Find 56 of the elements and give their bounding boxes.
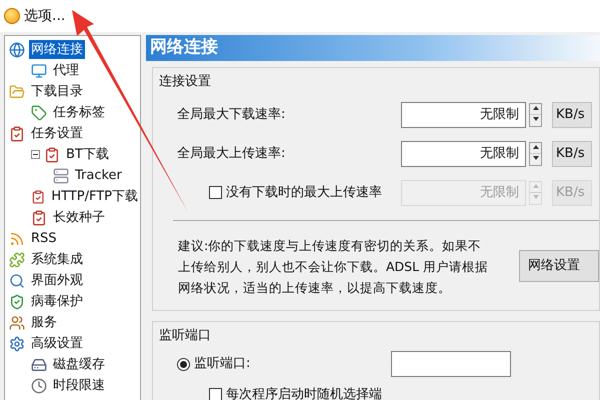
- tree-node-icon: [53, 168, 69, 184]
- tree-item[interactable]: 病毒保护: [29, 292, 85, 312]
- tree-node-icon: [31, 210, 47, 226]
- spinner[interactable]: [529, 102, 542, 126]
- app-logo-icon: [4, 8, 20, 24]
- tree-node-icon: [9, 252, 25, 268]
- tree-item[interactable]: 长效种子: [51, 208, 107, 228]
- tree-node-icon: [9, 126, 25, 142]
- tree-node-icon: [31, 62, 47, 78]
- options-menu[interactable]: 选项...: [24, 6, 66, 26]
- tree-item[interactable]: Tracker: [73, 166, 124, 186]
- network-settings-button[interactable]: 网络设置: [519, 250, 599, 282]
- tree-item[interactable]: 高级设置: [29, 334, 85, 354]
- tree-item[interactable]: RSS: [29, 228, 59, 248]
- tree-item[interactable]: HTTP/FTP下载: [49, 186, 140, 206]
- tree-node-icon: [31, 356, 47, 372]
- tree-node-icon: [9, 230, 25, 246]
- checkbox[interactable]: [209, 388, 222, 400]
- speed-input[interactable]: 无限制: [401, 102, 526, 128]
- tree-node-icon: [9, 294, 25, 310]
- tree-node-icon: [9, 272, 25, 288]
- radio-label: 监听端口:: [194, 355, 250, 374]
- panel-title: 网络连接: [146, 35, 600, 61]
- tree-node-icon: [9, 84, 25, 100]
- tree-node-icon: [9, 314, 25, 330]
- group-title: 连接设置: [158, 73, 212, 91]
- tree-node-icon: [31, 188, 46, 204]
- tree-node-icon: [31, 104, 47, 120]
- unit-dropdown[interactable]: KB/s: [552, 140, 592, 166]
- tree-item[interactable]: 服务: [29, 312, 59, 332]
- tree-item[interactable]: 代理: [51, 60, 81, 80]
- port-input[interactable]: [391, 351, 511, 377]
- group-title: 监听端口: [158, 326, 212, 344]
- radio-button[interactable]: [177, 358, 190, 370]
- tree-item[interactable]: 磁盘缓存: [51, 354, 107, 374]
- tree-item[interactable]: 系统集成: [29, 250, 85, 270]
- unit-dropdown[interactable]: KB/s: [552, 102, 592, 128]
- checkbox-label: 没有下载时的最大上传速率: [226, 184, 382, 202]
- tree-item[interactable]: 下载目录: [29, 82, 85, 102]
- tree-node-icon: [9, 336, 25, 352]
- tree-node-icon: [31, 378, 47, 394]
- tree-node-icon: [9, 42, 25, 58]
- tree-item[interactable]: 任务设置: [29, 124, 85, 144]
- speed-input[interactable]: 无限制: [401, 140, 526, 166]
- advice-text: 建议:你的下载速度与上传速度有密切的关系。如果不上传给别人，别人也不会让你下载。ADSL 用户请根据网络状况，适当的上传速率，以提高下载速度。: [177, 236, 490, 296]
- tree-item[interactable]: 任务标签: [51, 102, 107, 122]
- spinner[interactable]: [529, 142, 542, 166]
- field-label: 全局最大下载速率:: [176, 106, 286, 124]
- tree-item[interactable]: 界面外观: [29, 270, 85, 290]
- checkbox-label: 每次程序启动时随机选择端: [226, 386, 382, 400]
- tree-item[interactable]: 时段限速: [51, 376, 107, 396]
- collapse-icon[interactable]: [31, 150, 40, 159]
- tree-node-icon: [44, 146, 60, 162]
- tree-item[interactable]: BT下载: [64, 144, 111, 164]
- field-label: 全局最大上传速率:: [176, 144, 286, 163]
- tree-item[interactable]: 网络连接: [29, 40, 85, 60]
